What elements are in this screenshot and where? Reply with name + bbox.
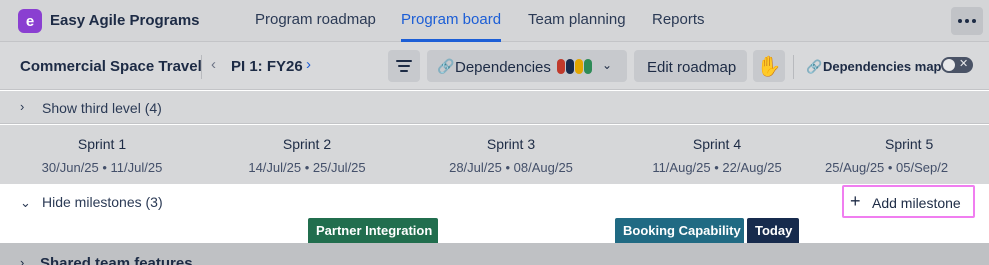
sprint-dates: 25/Aug/25 • 05/Sep/2 <box>825 160 949 175</box>
third-level-label[interactable]: Show third level (4) <box>42 100 162 116</box>
hide-milestones-toggle[interactable]: Hide milestones (3) <box>42 194 163 210</box>
chevron-left-icon[interactable]: ‹ <box>211 56 216 73</box>
project-name: Commercial Space Travel <box>20 58 202 75</box>
sprint-dates: 28/Jul/25 • 08/Aug/25 <box>449 160 573 175</box>
add-milestone-label: Add milestone <box>872 195 961 211</box>
sprint-name: Sprint 2 <box>282 136 332 152</box>
pan-mode-button[interactable]: ✋ <box>753 50 785 82</box>
chevron-right-icon: › <box>20 255 25 265</box>
dependency-color-navy <box>566 59 574 74</box>
dependencies-button[interactable]: 🔗 Dependencies ⌄ <box>427 50 627 82</box>
sprint-column: Sprint 1 30/Jun/25 • 11/Jul/25 <box>2 136 202 175</box>
hand-icon: ✋ <box>756 55 782 78</box>
tab-program-board[interactable]: Program board <box>401 11 501 28</box>
sprint-column: Sprint 4 11/Aug/25 • 22/Aug/25 <box>617 136 817 175</box>
app-logo[interactable]: e <box>18 9 42 33</box>
milestone-booking-capability[interactable]: Booking Capability <box>615 218 744 243</box>
dependencies-map-label: Dependencies map <box>823 59 942 74</box>
chevron-right-icon: › <box>20 99 25 114</box>
toggle-knob <box>943 59 955 71</box>
plus-icon: + <box>850 191 861 211</box>
tab-program-roadmap[interactable]: Program roadmap <box>255 11 376 28</box>
filter-icon <box>396 60 412 62</box>
shared-team-features-row[interactable]: › Shared team features <box>0 243 989 265</box>
milestones-row: ⌄ Hide milestones (3) + Add milestone Pa… <box>0 184 989 243</box>
shared-team-features-label: Shared team features <box>40 255 193 265</box>
toolbar-divider <box>793 55 794 79</box>
top-nav: e Easy Agile Programs Program roadmap Pr… <box>0 0 989 42</box>
edit-roadmap-label: Edit roadmap <box>647 59 737 76</box>
board-toolbar: Commercial Space Travel ‹ PI 1: FY26 › 🔗… <box>0 42 989 90</box>
dependency-color-green <box>584 59 592 74</box>
sprint-column: Sprint 3 28/Jul/25 • 08/Aug/25 <box>411 136 611 175</box>
milestone-today[interactable]: Today <box>747 218 799 243</box>
ellipsis-icon <box>958 19 962 23</box>
toolbar-divider <box>201 55 202 79</box>
sprint-header: Sprint 1 30/Jun/25 • 11/Jul/25 Sprint 2 … <box>0 125 989 184</box>
tab-reports[interactable]: Reports <box>652 11 705 28</box>
dependency-color-red <box>557 59 565 74</box>
dependencies-label: Dependencies <box>455 59 551 76</box>
sprint-column: Sprint 2 14/Jul/25 • 25/Jul/25 <box>207 136 407 175</box>
chevron-down-icon[interactable]: ⌄ <box>20 195 31 211</box>
sprint-name: Sprint 1 <box>77 136 127 152</box>
link-icon: 🔗 <box>806 59 823 74</box>
sprint-name: Sprint 3 <box>486 136 536 152</box>
pi-selector[interactable]: PI 1: FY26 <box>231 58 303 75</box>
sprint-column: Sprint 5 25/Aug/25 • 05/Sep/2 <box>822 136 989 175</box>
dependencies-map-toggle[interactable]: ✕ <box>941 57 973 73</box>
sprint-dates: 30/Jun/25 • 11/Jul/25 <box>41 160 163 175</box>
milestone-partner-integration[interactable]: Partner Integration <box>308 218 438 243</box>
dependency-colors <box>557 59 592 74</box>
chevron-down-icon: ⌄ <box>602 58 613 72</box>
third-level-row[interactable]: › Show third level (4) <box>0 91 989 124</box>
edit-roadmap-button[interactable]: Edit roadmap <box>634 50 747 82</box>
link-icon: 🔗 <box>437 58 455 74</box>
close-icon: ✕ <box>959 58 969 70</box>
sprint-name: Sprint 4 <box>692 136 742 152</box>
dependency-color-yellow <box>575 59 583 74</box>
sprint-name: Sprint 5 <box>885 136 934 152</box>
more-options-button[interactable] <box>951 7 983 35</box>
filter-button[interactable] <box>388 50 420 82</box>
app-name[interactable]: Easy Agile Programs <box>50 12 200 29</box>
chevron-right-icon[interactable]: › <box>306 56 311 73</box>
sprint-dates: 11/Aug/25 • 22/Aug/25 <box>652 160 782 175</box>
tab-team-planning[interactable]: Team planning <box>528 11 626 28</box>
add-milestone-button[interactable]: + Add milestone <box>842 185 975 218</box>
sprint-dates: 14/Jul/25 • 25/Jul/25 <box>248 160 366 175</box>
